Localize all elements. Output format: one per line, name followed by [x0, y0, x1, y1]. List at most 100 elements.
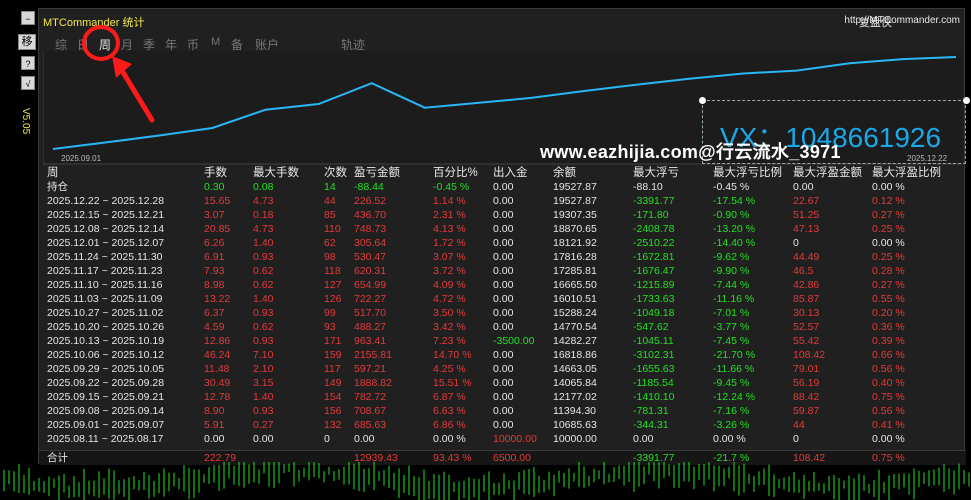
cell-max-floating-profit: 44.49	[793, 251, 820, 263]
cell-week: 2025.09.22 ~ 2025.09.28	[47, 377, 165, 389]
cell-lots: 11.48	[204, 363, 230, 375]
help-icon[interactable]: ?	[21, 56, 35, 70]
table-row[interactable]: 2025.11.03 ~ 2025.11.09 13.22 1.40 126 722.2…	[43, 292, 962, 306]
move-button[interactable]: 移	[18, 34, 36, 50]
version-label: V5.05	[20, 108, 31, 135]
table-row[interactable]: 2025.12.01 ~ 2025.12.07 6.26 1.40 62 305.64 1…	[43, 236, 962, 250]
table-row[interactable]: 2025.12.15 ~ 2025.12.21 3.07 0.18 85 436.70 2…	[43, 208, 962, 222]
table-row[interactable]: 2025.11.24 ~ 2025.11.30 6.91 0.93 98 530.47 3…	[43, 250, 962, 264]
website-link[interactable]: http://MTCommander.com	[844, 15, 960, 26]
cell-pnl: 1888.82	[354, 377, 392, 389]
resize-handle[interactable]	[699, 97, 706, 104]
cell-balance: 15288.24	[553, 307, 597, 319]
cell-max-floating-loss: -1215.89	[633, 279, 675, 291]
cell-max-floating-profit: 55.42	[793, 335, 820, 347]
cell-week: 2025.09.15 ~ 2025.09.21	[47, 391, 165, 403]
cell-lots: 6.91	[204, 251, 225, 263]
cell-balance: 14663.05	[553, 363, 597, 375]
cell-max-floating-loss: -1045.11	[633, 335, 674, 347]
resize-handle[interactable]	[963, 97, 970, 104]
minimize-icon[interactable]: −	[21, 11, 35, 25]
cell-lots: 6.37	[204, 307, 225, 319]
price-chart-background	[3, 462, 970, 500]
cell-week: 2025.11.24 ~ 2025.11.30	[47, 251, 163, 263]
table-row[interactable]: 2025.11.17 ~ 2025.11.23 7.93 0.62 118 620.31…	[43, 264, 962, 278]
cell-count: 127	[324, 279, 342, 291]
cell-max-floating-loss-ratio: -7.16 %	[713, 405, 750, 417]
cell-pnl: 226.52	[354, 195, 387, 207]
cell-week: 2025.12.01 ~ 2025.12.07	[47, 237, 165, 249]
cell-max-floating-profit: 42.86	[793, 279, 820, 291]
cell-lots: 12.78	[204, 391, 231, 403]
table-row[interactable]: 2025.12.08 ~ 2025.12.14 20.85 4.73 110 748.7…	[43, 222, 962, 236]
cell-max-lots: 3.15	[253, 377, 274, 389]
table-row[interactable]: 2025.09.01 ~ 2025.09.07 5.91 0.27 132 685.63…	[43, 418, 962, 432]
cell-count: 126	[324, 293, 342, 305]
cell-max-floating-loss: -1049.18	[633, 307, 675, 319]
cell-count: 85	[324, 209, 336, 221]
cell-percent: 14.70 %	[433, 349, 472, 361]
cell-max-floating-profit-ratio: 0.27 %	[872, 279, 905, 291]
cell-percent: 0.00 %	[433, 433, 466, 445]
cell-week: 持仓	[47, 181, 68, 193]
cell-max-floating-loss-ratio: -3.77 %	[713, 321, 750, 333]
cell-max-floating-loss: 最大浮亏	[633, 167, 679, 179]
cell-deposit: 0.00	[493, 195, 514, 207]
tab-magic[interactable]: M	[211, 36, 220, 48]
cell-count: 154	[324, 391, 342, 403]
cell-balance: 14770.54	[553, 321, 597, 333]
cell-max-floating-profit: 46.5	[793, 265, 814, 277]
cell-pnl: 782.72	[354, 391, 387, 403]
check-icon[interactable]: √	[21, 76, 35, 90]
cell-count: 0	[324, 433, 330, 445]
table-row[interactable]: 2025.09.08 ~ 2025.09.14 8.90 0.93 156 708.67…	[43, 404, 962, 418]
cell-max-lots: 最大手数	[253, 167, 299, 179]
cell-max-floating-loss: -171.80	[633, 209, 669, 221]
cell-balance: 18121.92	[553, 237, 597, 249]
stats-table: 周 手数 最大手数 次数 盈亏金额 百分比% 出入金 余额 最大浮亏 最大浮亏比例 最大浮盈金额 最大…	[43, 166, 962, 446]
cell-max-floating-loss: -781.31	[633, 405, 669, 417]
cell-pnl: 620.31	[354, 265, 387, 277]
cell-balance: 11394.30	[553, 405, 597, 417]
x-start-label: 2025.09.01	[61, 154, 102, 163]
cell-max-floating-loss-ratio: -7.45 %	[713, 335, 750, 347]
cell-max-floating-loss-ratio: -7.44 %	[713, 279, 750, 291]
table-row[interactable]: 2025.09.15 ~ 2025.09.21 12.78 1.40 154 782.7…	[43, 390, 962, 404]
table-row[interactable]: 2025.10.13 ~ 2025.10.19 12.86 0.93 171 963.4…	[43, 334, 962, 348]
cell-max-floating-profit: 0	[793, 433, 799, 445]
table-row[interactable]: 2025.11.10 ~ 2025.11.16 8.98 0.62 127 654.99…	[43, 278, 962, 292]
cell-max-floating-profit-ratio: 0.66 %	[872, 349, 905, 361]
cell-max-floating-profit-ratio: 0.75 %	[872, 391, 905, 403]
cell-max-floating-profit: 44	[793, 419, 805, 431]
table-row[interactable]: 2025.12.22 ~ 2025.12.28 15.65 4.73 44 226.52…	[43, 194, 962, 208]
title-bar[interactable]: MTCommander 统计 复盘侠 http://MTCommander.co…	[39, 9, 964, 33]
cell-max-floating-loss-ratio: -12.24 %	[713, 391, 756, 403]
table-row[interactable]: 2025.10.20 ~ 2025.10.26 4.59 0.62 93 488.27 3…	[43, 320, 962, 334]
table-row[interactable]: 2025.10.27 ~ 2025.11.02 6.37 0.93 99 517.70 3…	[43, 306, 962, 320]
cell-percent: 15.51 %	[433, 377, 472, 389]
cell-percent: 3.07 %	[433, 251, 466, 263]
cell-max-lots: 1.40	[253, 293, 274, 305]
table-row[interactable]: 2025.09.22 ~ 2025.09.28 30.49 3.15 149 1888.…	[43, 376, 962, 390]
cell-lots: 13.22	[204, 293, 231, 305]
cell-percent: 1.72 %	[433, 237, 466, 249]
table-row[interactable]: 2025.08.11 ~ 2025.08.17 0.00 0.00 0 0.00 0.00…	[43, 432, 962, 446]
cell-percent: 6.63 %	[433, 405, 466, 417]
cell-count: 118	[324, 265, 341, 277]
cell-deposit: 0.00	[493, 405, 514, 417]
cell-percent: 1.14 %	[433, 195, 466, 207]
cell-deposit: 0.00	[493, 391, 514, 403]
table-row[interactable]: 2025.10.06 ~ 2025.10.12 46.24 7.10 159 2155.…	[43, 348, 962, 362]
cell-pnl: 305.64	[354, 237, 387, 249]
cell-deposit: 0.00	[493, 293, 514, 305]
cell-max-floating-profit-ratio: 0.56 %	[872, 405, 905, 417]
cell-max-floating-profit-ratio: 0.39 %	[872, 335, 905, 347]
cell-week: 2025.11.17 ~ 2025.11.23	[47, 265, 163, 277]
cell-count: 99	[324, 307, 336, 319]
cell-lots: 3.07	[204, 209, 225, 221]
cell-week: 2025.09.01 ~ 2025.09.07	[47, 419, 165, 431]
cell-deposit: 0.00	[493, 237, 514, 249]
cell-max-floating-loss-ratio: -9.90 %	[713, 265, 750, 277]
table-row[interactable]: 2025.09.29 ~ 2025.10.05 11.48 2.10 117 597.2…	[43, 362, 962, 376]
cell-max-lots: 0.62	[253, 265, 274, 277]
